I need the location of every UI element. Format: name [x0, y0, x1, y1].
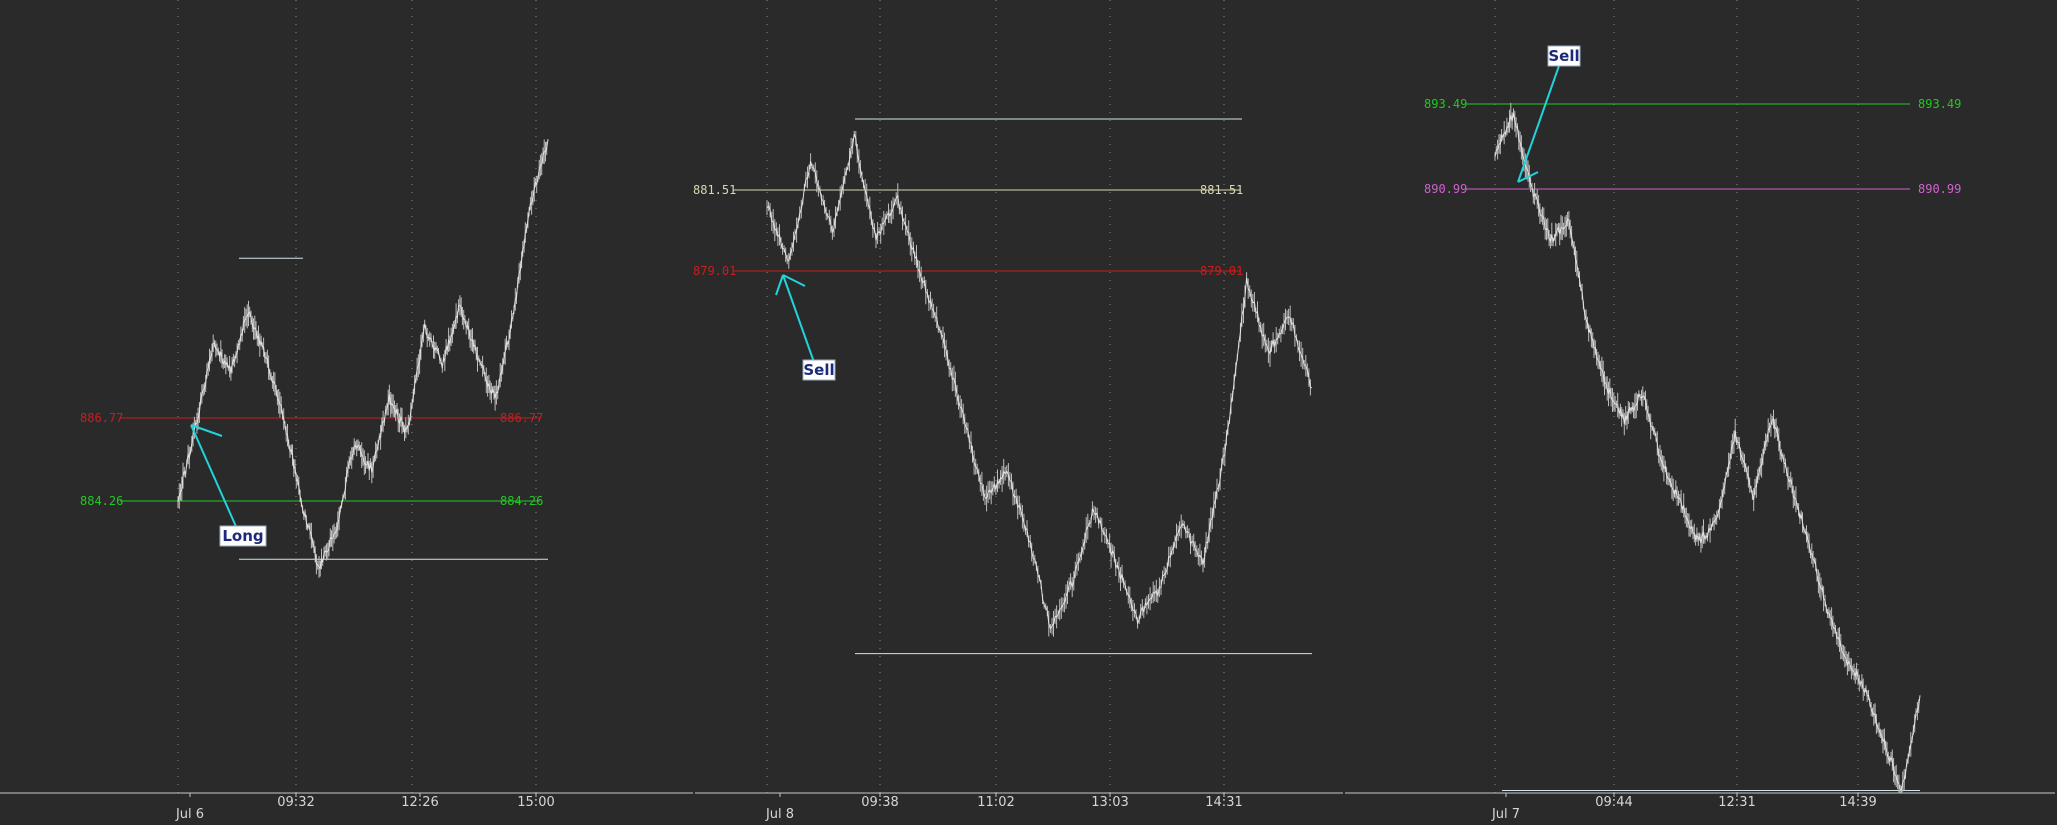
- level-label-right-1-2: 884.26: [500, 494, 543, 508]
- x-tick-label-2-3: 11:02: [977, 795, 1014, 810]
- level-label-right-2-2: 879.01: [1200, 264, 1243, 278]
- annotation-label-1: Long: [222, 527, 263, 545]
- level-label-right-3-1: 893.49: [1918, 97, 1961, 111]
- x-tick-label-2-5: 14:31: [1205, 795, 1242, 810]
- chart-canvas: Jul 6 09:32 12:26 15:00 886.77 886.77 884.26 88…: [0, 0, 2055, 822]
- x-tick-label-1-2: 09:32: [277, 795, 314, 810]
- level-label-right-2-1: 881.51: [1200, 183, 1243, 197]
- level-label-left-3-1: 893.49: [1424, 97, 1467, 111]
- x-tick-label-2-1: Jul 8: [765, 807, 794, 822]
- annotation-arrow-1: [190, 424, 239, 532]
- level-label-left-1-1: 886.77: [80, 411, 123, 425]
- x-tick-label-1-4: 15:00: [517, 795, 554, 810]
- price-line-3: [1494, 112, 1921, 791]
- level-label-left-2-2: 879.01: [693, 264, 736, 278]
- x-tick-label-1-1: Jul 6: [175, 807, 204, 822]
- x-tick-label-2-2: 09:38: [861, 795, 898, 810]
- level-label-left-3-2: 890.99: [1424, 182, 1467, 196]
- chart-panel-2: Jul 8 09:38 11:02 13:03 14:31 881.51 881.51 879…: [693, 0, 1343, 822]
- level-label-left-2-1: 881.51: [693, 183, 736, 197]
- chart-panel-1: Jul 6 09:32 12:26 15:00 886.77 886.77 884.26 88…: [0, 0, 693, 822]
- x-tick-label-3-3: 12:31: [1718, 795, 1755, 810]
- x-tick-label-3-4: 14:39: [1839, 795, 1876, 810]
- price-line-2: [766, 133, 1313, 630]
- x-tick-label-3-2: 09:44: [1595, 795, 1632, 810]
- annotation-arrow-2: [782, 274, 816, 366]
- price-bars-3: [1494, 102, 1920, 794]
- annotation-arrow-3: [1517, 62, 1561, 183]
- x-tick-label-1-3: 12:26: [401, 795, 438, 810]
- annotation-label-2: Sell: [803, 361, 834, 379]
- level-label-right-3-2: 890.99: [1918, 182, 1961, 196]
- annotation-arrow-head-2-2: [775, 274, 784, 296]
- price-bars-2: [766, 130, 1311, 637]
- chart-panel-3: Jul 7 09:44 12:31 14:39 893.49 893.49 890.99 89…: [1345, 0, 2055, 822]
- x-tick-label-2-4: 13:03: [1091, 795, 1128, 810]
- annotation-label-3: Sell: [1548, 47, 1579, 65]
- level-label-right-1-1: 886.77: [500, 411, 543, 425]
- x-tick-label-3-1: Jul 7: [1491, 807, 1520, 822]
- level-label-left-1-2: 884.26: [80, 494, 123, 508]
